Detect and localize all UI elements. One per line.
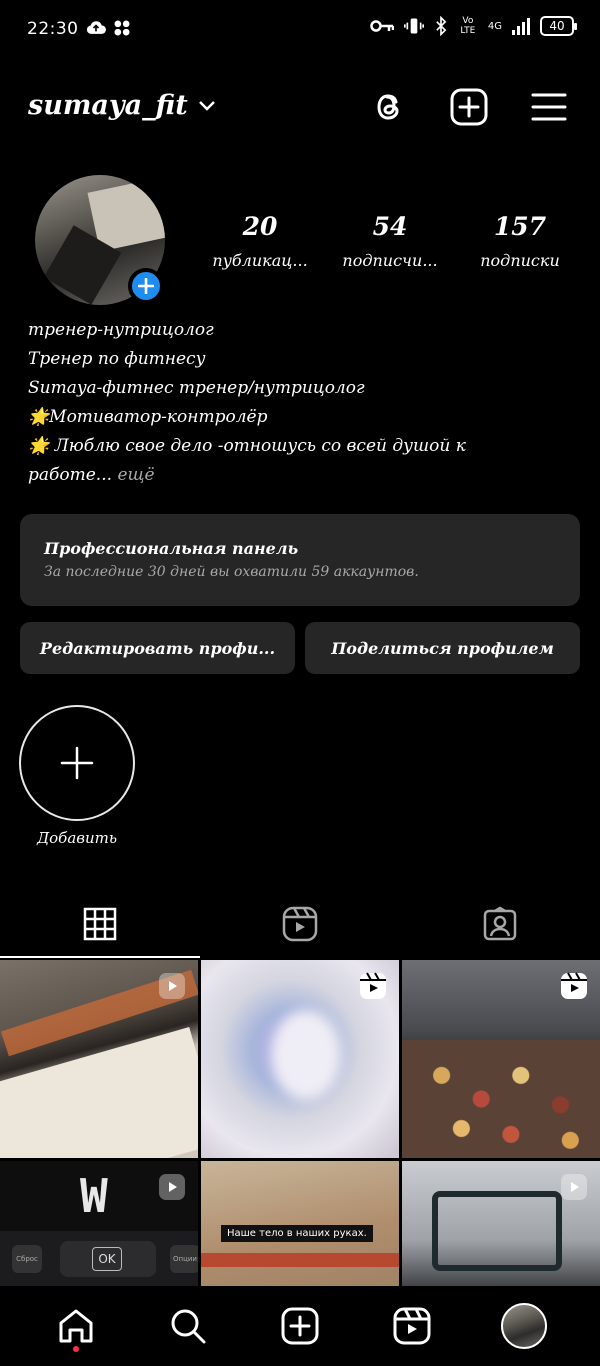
- bottom-navigation: [0, 1286, 600, 1366]
- highlight-circle: [19, 705, 135, 821]
- post-tile[interactable]: [402, 1161, 600, 1286]
- signal-icon: [512, 18, 530, 35]
- profile-tabs: [0, 890, 600, 958]
- stat-posts-label: публикац...: [212, 251, 308, 270]
- bio-line: Sumaya-фитнес тренер/нутрицолог: [28, 378, 365, 398]
- reel-badge-icon: [159, 973, 185, 999]
- reel-badge-icon: [561, 1174, 587, 1200]
- tile-screen-text: W: [80, 1169, 108, 1223]
- stat-followers-label: подписчи...: [342, 251, 438, 270]
- reel-badge-icon: [561, 972, 587, 999]
- vibrate-icon: [403, 18, 424, 34]
- new-highlight-label: Добавить: [36, 829, 118, 847]
- share-profile-button[interactable]: Поделиться профилем: [305, 622, 580, 674]
- notification-dot: [73, 1346, 79, 1352]
- network-type-label: 4G: [487, 20, 502, 32]
- reel-badge-icon: [159, 1174, 185, 1200]
- plus-icon: [60, 746, 94, 780]
- app-grid-icon: [114, 20, 130, 36]
- battery-indicator: 40: [540, 16, 577, 36]
- profile-actions: Редактировать профи... Поделиться профил…: [20, 622, 580, 674]
- bio-line: работе...: [28, 465, 113, 485]
- volte-label: Vo LTE: [460, 16, 476, 36]
- menu-button[interactable]: [530, 88, 568, 126]
- status-bar: 22:30 Vo LTE 4G 40: [0, 0, 600, 60]
- bio-line: тренер-нутрицолог: [28, 320, 214, 340]
- tile-right-label: Опции: [170, 1245, 198, 1273]
- nav-create[interactable]: [270, 1296, 330, 1356]
- threads-icon: [377, 94, 399, 120]
- post-tile[interactable]: [201, 960, 399, 1158]
- menu-icon: [531, 93, 567, 121]
- status-right-icons: Vo LTE 4G 40: [370, 16, 577, 36]
- bluetooth-icon: [436, 16, 447, 36]
- stat-following-count: 157: [493, 212, 547, 241]
- tagged-icon: [483, 906, 517, 941]
- stat-posts-count: 20: [242, 212, 278, 241]
- edit-profile-button[interactable]: Редактировать профи...: [20, 622, 295, 674]
- tab-tagged[interactable]: [400, 890, 600, 958]
- profile-stats: 20 публикац... 54 подписчи... 157 подпис…: [200, 212, 580, 270]
- nav-home[interactable]: [46, 1296, 106, 1356]
- chevron-down-icon: [198, 100, 215, 111]
- reel-badge-icon: [360, 972, 386, 999]
- profile-avatar-wrap: [35, 175, 165, 305]
- bio-line: 🌟 Люблю свое дело -отношусь со всей душо…: [28, 436, 466, 456]
- professional-dashboard[interactable]: Профессиональная панель За последние 30 …: [20, 514, 580, 606]
- header-actions: [370, 88, 568, 126]
- pro-panel-title: Профессиональная панель: [44, 539, 299, 558]
- bio-more-link[interactable]: ещё: [117, 465, 154, 485]
- bio-line: Тренер по фитнесу: [28, 349, 206, 369]
- nav-profile[interactable]: [494, 1296, 554, 1356]
- status-time: 22:30: [27, 19, 79, 39]
- posts-grid: W Сброс OK Опции Наше тело в наших руках…: [0, 960, 600, 1286]
- post-tile[interactable]: W Сброс OK Опции: [0, 1161, 198, 1286]
- tile-caption: Наше тело в наших руках.: [221, 1225, 373, 1242]
- plus-icon: [138, 278, 154, 294]
- post-tile[interactable]: Наше тело в наших руках.: [201, 1161, 399, 1286]
- new-highlight-button[interactable]: Добавить: [19, 705, 135, 847]
- create-icon: [281, 1307, 319, 1345]
- post-tile[interactable]: [0, 960, 198, 1158]
- grid-icon: [83, 907, 117, 941]
- tile-ok-label: OK: [92, 1247, 122, 1271]
- nav-search[interactable]: [158, 1296, 218, 1356]
- add-story-button[interactable]: [128, 268, 164, 304]
- home-icon: [59, 1309, 93, 1343]
- stat-followers[interactable]: 54 подписчи...: [330, 212, 450, 270]
- reels-icon: [393, 1307, 431, 1345]
- profile-bio: тренер-нутрицолог Тренер по фитнесу Suma…: [28, 316, 578, 490]
- reels-icon: [282, 906, 318, 942]
- account-switcher[interactable]: sumaya_fit: [28, 90, 216, 121]
- nav-reels[interactable]: [382, 1296, 442, 1356]
- new-post-icon: [450, 88, 488, 126]
- new-post-button[interactable]: [450, 88, 488, 126]
- stat-following-label: подписки: [480, 251, 560, 270]
- profile-header: sumaya_fit: [0, 78, 600, 136]
- username-label: sumaya_fit: [28, 90, 188, 121]
- post-tile[interactable]: [402, 960, 600, 1158]
- vpn-key-icon: [370, 20, 394, 32]
- bio-line: 🌟Мотиватор-контролёр: [28, 407, 268, 427]
- status-left-icons: [86, 18, 132, 38]
- stat-followers-count: 54: [372, 212, 408, 241]
- tile-left-label: Сброс: [12, 1245, 42, 1273]
- cloud-upload-icon: [86, 21, 106, 34]
- pro-panel-subtitle: За последние 30 дней вы охватили 59 акка…: [44, 564, 419, 580]
- profile-avatar-small: [501, 1303, 547, 1349]
- tab-reels[interactable]: [200, 890, 400, 958]
- bio-line-last: работе... ещё: [28, 461, 578, 490]
- threads-button[interactable]: [370, 88, 408, 126]
- tab-posts-grid[interactable]: [0, 890, 200, 958]
- stat-posts[interactable]: 20 публикац...: [200, 212, 320, 270]
- stat-following[interactable]: 157 подписки: [460, 212, 580, 270]
- search-icon: [171, 1309, 206, 1344]
